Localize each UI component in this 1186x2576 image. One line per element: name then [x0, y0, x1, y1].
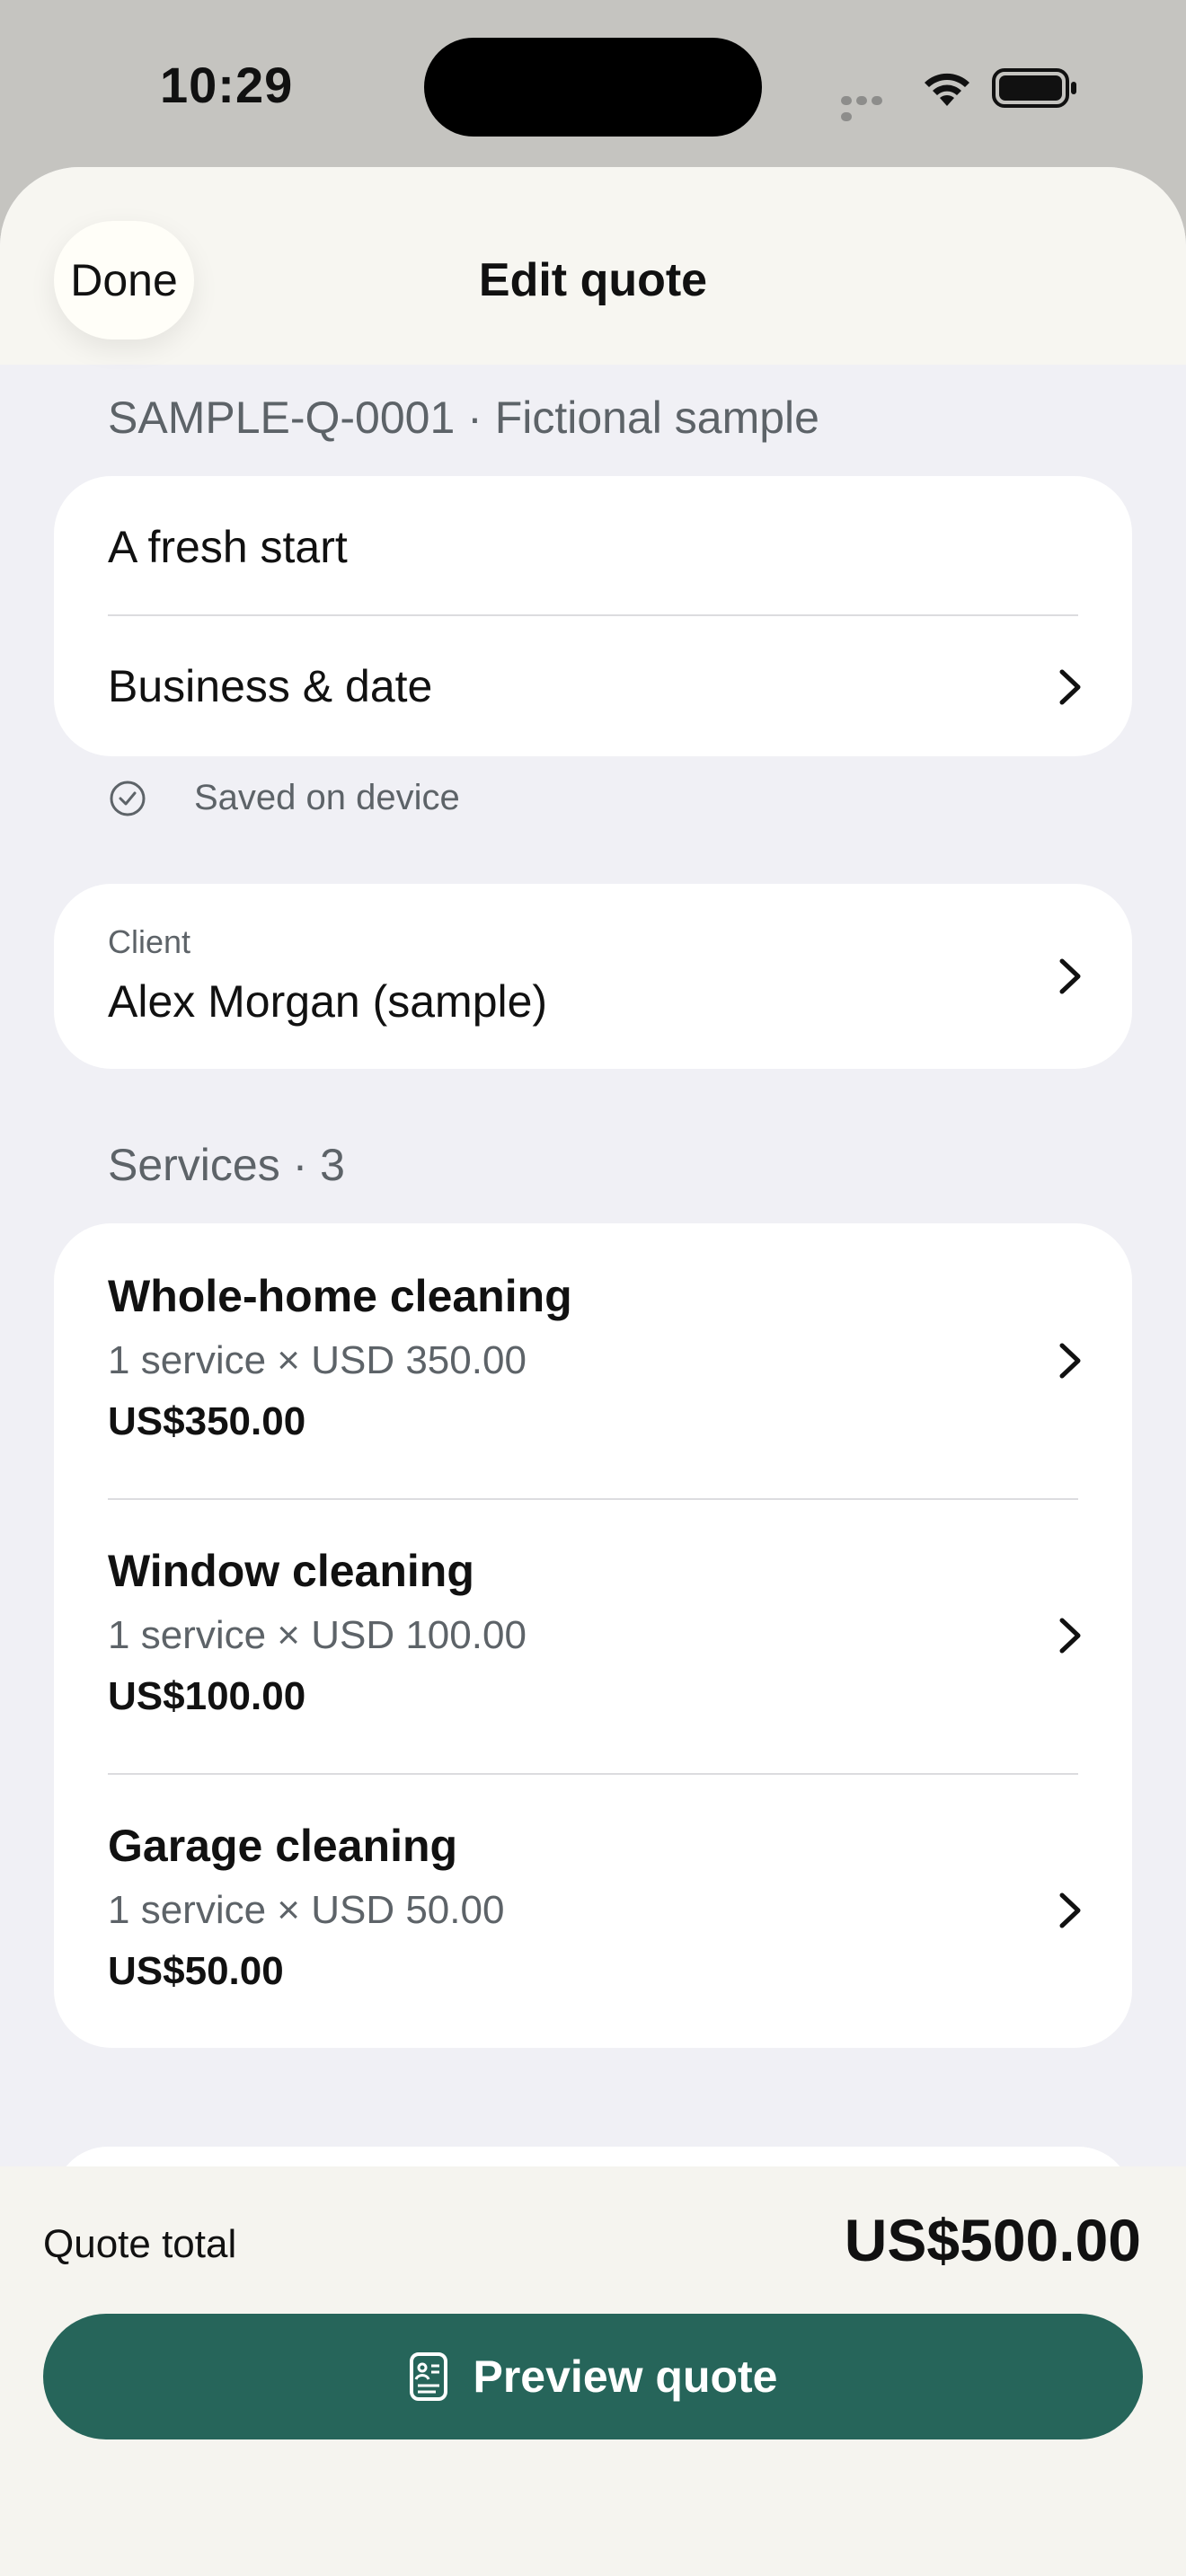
bottom-total-bar: Quote total US$500.00 Preview quote — [0, 2166, 1186, 2576]
saved-status: Saved on device — [108, 778, 460, 818]
cellular-dots-icon — [841, 93, 900, 121]
business-date-row[interactable]: Business & date — [108, 616, 1132, 756]
status-time: 10:29 — [160, 57, 294, 113]
service-name: Garage cleaning — [108, 1821, 458, 1871]
list-item[interactable]: Whole-home cleaning 1 service × USD 350.… — [108, 1223, 1081, 1498]
wifi-icon — [925, 73, 969, 106]
chevron-right-icon — [1059, 669, 1081, 705]
check-circle-icon — [110, 781, 146, 816]
list-item[interactable]: Window cleaning 1 service × USD 100.00 U… — [108, 1498, 1081, 1773]
sheet-header: Done Edit quote — [0, 167, 1186, 365]
services-card: Whole-home cleaning 1 service × USD 350.… — [54, 1223, 1132, 2048]
battery-icon — [992, 68, 1076, 108]
client-name: Alex Morgan (sample) — [108, 976, 548, 1027]
service-detail: 1 service × USD 350.00 — [108, 1338, 527, 1382]
quote-reference: SAMPLE-Q-0001 · Fictional sample — [108, 393, 819, 443]
page-title: Edit quote — [478, 254, 708, 306]
quote-details-card: A fresh start Business & date — [54, 476, 1132, 756]
quote-title-value: A fresh start — [108, 522, 348, 572]
list-item[interactable]: Garage cleaning 1 service × USD 50.00 US… — [108, 1773, 1081, 2048]
quote-title-field[interactable]: A fresh start — [108, 514, 1078, 580]
chevron-right-icon — [1059, 1892, 1081, 1928]
services-section-label: Services · 3 — [108, 1140, 345, 1190]
service-name: Whole-home cleaning — [108, 1271, 572, 1321]
preview-quote-button[interactable]: Preview quote — [43, 2314, 1143, 2439]
status-bar: 10:29 — [0, 0, 1186, 171]
service-detail: 1 service × USD 100.00 — [108, 1613, 527, 1657]
service-name: Window cleaning — [108, 1546, 474, 1596]
preview-quote-label: Preview quote — [473, 2351, 778, 2402]
business-date-label: Business & date — [108, 661, 433, 711]
service-price: US$100.00 — [108, 1674, 306, 1718]
chevron-right-icon — [1059, 1343, 1081, 1379]
client-label: Client — [108, 923, 191, 960]
dynamic-island — [424, 38, 762, 137]
chevron-right-icon — [1059, 1618, 1081, 1654]
chevron-right-icon — [1059, 958, 1081, 994]
saved-status-label: Saved on device — [194, 778, 460, 817]
client-card[interactable]: Client Alex Morgan (sample) — [54, 884, 1132, 1069]
service-price: US$50.00 — [108, 1949, 284, 1993]
quote-total-label: Quote total — [43, 2222, 237, 2266]
document-preview-icon — [409, 2352, 447, 2401]
service-price: US$350.00 — [108, 1399, 306, 1443]
quote-total-value: US$500.00 — [844, 2207, 1141, 2273]
service-detail: 1 service × USD 50.00 — [108, 1888, 505, 1932]
